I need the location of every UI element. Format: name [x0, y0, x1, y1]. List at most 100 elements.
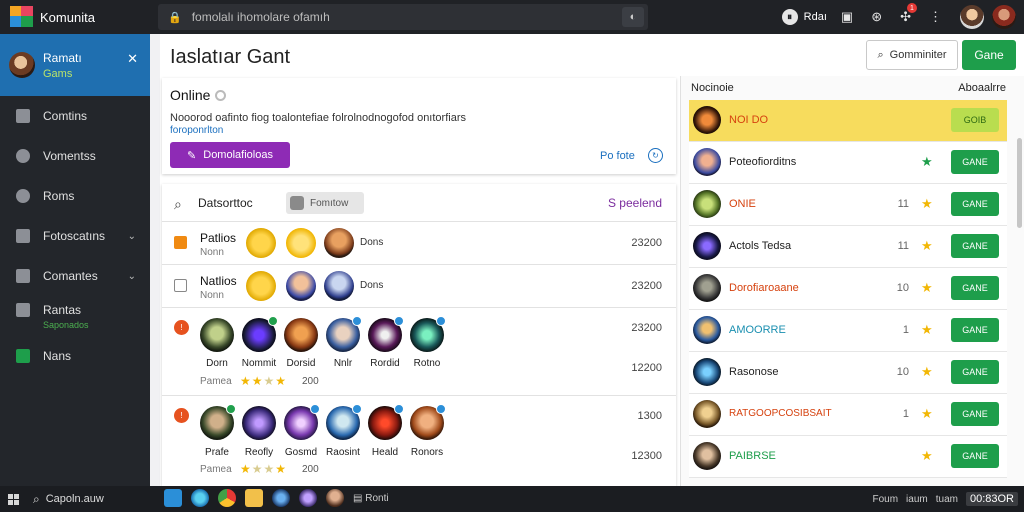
friend-item[interactable]: Rasonose 10 ★ GANE	[689, 352, 1007, 394]
filter-chip[interactable]: Fomıtow	[286, 192, 364, 214]
list-item[interactable]: Patlios Nonn Dons 23200	[162, 222, 676, 265]
star-icon[interactable]: ★	[921, 154, 933, 170]
player-avatar[interactable]	[286, 228, 316, 258]
row-number-2: 12200	[631, 362, 662, 374]
friend-game-button[interactable]: GOIB	[951, 108, 999, 132]
friend-game-button[interactable]: GANE	[951, 360, 999, 384]
friend-game-button[interactable]: GANE	[951, 402, 999, 426]
player-avatar[interactable]	[324, 228, 354, 258]
more-menu-icon[interactable]: ⋮	[929, 9, 942, 25]
taskbar-search-label[interactable]: Capoln.auw	[46, 493, 104, 505]
friend-count: 10	[896, 366, 909, 378]
online-secondary-link[interactable]: Po fote	[600, 150, 635, 162]
friend-name: AMOORRE	[729, 324, 786, 336]
start-menu-icon[interactable]	[8, 493, 19, 505]
friend-item[interactable]: Poteofiorditns ★ GANE	[689, 142, 1007, 184]
friend-game-button[interactable]: GANE	[951, 318, 999, 342]
player-avatar[interactable]	[242, 406, 276, 440]
chevron-down-icon[interactable]: ⌄	[128, 231, 136, 242]
game-app-icon[interactable]	[299, 489, 317, 507]
sidebar-item-label: Comtins	[43, 109, 88, 123]
friend-game-button[interactable]: GANE	[951, 276, 999, 300]
friend-item[interactable]: RATGOOPCOSIBSAIT 1 ★ GANE	[689, 394, 1007, 436]
online-link[interactable]: foroponrlton	[170, 125, 223, 136]
friend-game-button[interactable]: GANE	[951, 444, 999, 468]
refresh-icon[interactable]: ↻	[648, 148, 663, 163]
taskbar-app-label[interactable]: ▤ Ronti	[353, 493, 389, 504]
sidebar-item-rantas[interactable]: Rantas Saponados	[0, 296, 150, 336]
player-avatar[interactable]	[246, 271, 276, 301]
star-icon[interactable]: ★	[921, 406, 933, 422]
sidebar-item-fotoscatins[interactable]: Fotoscatıns ⌄	[0, 216, 150, 256]
profile-label[interactable]: Rdaı	[804, 11, 827, 23]
steam-app-icon[interactable]	[272, 489, 290, 507]
tray-label[interactable]: iaum	[906, 494, 928, 505]
sidebar-profile[interactable]: Ramatı Gams ✕	[0, 34, 150, 96]
player-avatar[interactable]	[324, 271, 354, 301]
row-checkbox[interactable]	[174, 236, 187, 249]
search-icon[interactable]: ⌕	[33, 492, 40, 507]
list-item[interactable]: ! Dorn Nommit Dorsid Nnlr Rordid Rotno P…	[162, 308, 676, 396]
profile-status-icon[interactable]: ⏸	[781, 9, 798, 25]
friend-item[interactable]: ONIE 11 ★ GANE	[689, 184, 1007, 226]
row-number: 23200	[631, 280, 662, 292]
user-avatar[interactable]	[960, 5, 984, 29]
search-icon[interactable]: ⌕	[174, 196, 182, 213]
sidebar-item-roms[interactable]: Roms	[0, 176, 150, 216]
verified-badge	[436, 316, 446, 326]
friend-item[interactable]: Actols Tedsa 11 ★ GANE	[689, 226, 1007, 268]
address-text: fomolalı ihomolare ofamıh	[191, 10, 330, 24]
star-icon[interactable]: ★	[921, 280, 933, 296]
chevron-down-icon[interactable]: ⌄	[128, 271, 136, 282]
player-avatar[interactable]	[284, 318, 318, 352]
row-checkbox[interactable]	[174, 279, 187, 292]
game-button[interactable]: Gane	[962, 40, 1016, 70]
mail-icon[interactable]: ⊛	[871, 9, 882, 25]
tray-label[interactable]: Foum	[872, 494, 898, 505]
tray-label[interactable]: tuam	[936, 494, 958, 505]
panel-more-link[interactable]: Aboaalrre	[958, 82, 1006, 94]
star-icon[interactable]: ★	[921, 448, 933, 464]
star-icon[interactable]: ★	[921, 364, 933, 380]
friend-game-button[interactable]: GANE	[951, 234, 999, 258]
lock-icon: 🔒	[168, 11, 182, 24]
sidebar-item-vomentss[interactable]: Vomentss	[0, 136, 150, 176]
taskbar-clock[interactable]: 00:83OR	[965, 492, 1018, 506]
friend-item[interactable]: PAIBRSE ★ GANE	[689, 436, 1007, 478]
address-search-bar[interactable]: 🔒 fomolalı ihomolare ofamıh ◐	[158, 4, 648, 30]
chart-icon	[16, 302, 30, 317]
purple-action-button[interactable]: ✎ Domolafioloas	[170, 142, 290, 168]
search-community-button[interactable]: ⌕ Gomminiter	[866, 40, 958, 70]
star-icon[interactable]: ★	[921, 196, 933, 212]
file-explorer-icon[interactable]	[245, 489, 263, 507]
taskbar-app-icon[interactable]	[164, 489, 182, 507]
friend-item[interactable]: AMOORRE 1 ★ GANE	[689, 310, 1007, 352]
edge-browser-icon[interactable]	[191, 489, 209, 507]
star-icon[interactable]: ★	[921, 238, 933, 254]
friend-item[interactable]: NOI DO GOIB	[689, 100, 1007, 142]
user-avatar-2[interactable]	[992, 5, 1016, 29]
player-avatar[interactable]	[246, 228, 276, 258]
sidebar-item-nans[interactable]: Nans	[0, 336, 150, 376]
list-item[interactable]: ! Prafe Reofly Gosmd Raosint Heald Ronor…	[162, 396, 676, 486]
friend-item[interactable]: Dorofiaroaane 10 ★ GANE	[689, 268, 1007, 310]
profile-app-icon[interactable]	[326, 489, 344, 507]
theme-toggle-icon[interactable]: ◐	[622, 7, 644, 27]
chrome-browser-icon[interactable]	[218, 489, 236, 507]
sidebar-item-comantes[interactable]: Comantes ⌄	[0, 256, 150, 296]
window-icon[interactable]: ▣	[841, 9, 853, 25]
extensions-icon[interactable]: ✣ 1	[900, 3, 917, 25]
list-item[interactable]: Natlios Nonn Dons 23200	[162, 265, 676, 308]
avatar-caption: Ronors	[410, 447, 444, 458]
panel-scrollbar[interactable]	[1017, 138, 1022, 228]
close-icon[interactable]: ✕	[127, 51, 138, 67]
friend-game-button[interactable]: GANE	[951, 192, 999, 216]
app-logo-icon[interactable]	[10, 6, 34, 28]
player-avatar[interactable]	[286, 271, 316, 301]
star-icon[interactable]: ★	[921, 322, 933, 338]
list-header-right[interactable]: S peelend	[608, 196, 662, 210]
sidebar-item-comtins[interactable]: Comtins	[0, 96, 150, 136]
friend-game-button[interactable]: GANE	[951, 150, 999, 174]
avatar-caption: Dorsid	[286, 358, 316, 369]
player-avatar[interactable]	[200, 318, 234, 352]
